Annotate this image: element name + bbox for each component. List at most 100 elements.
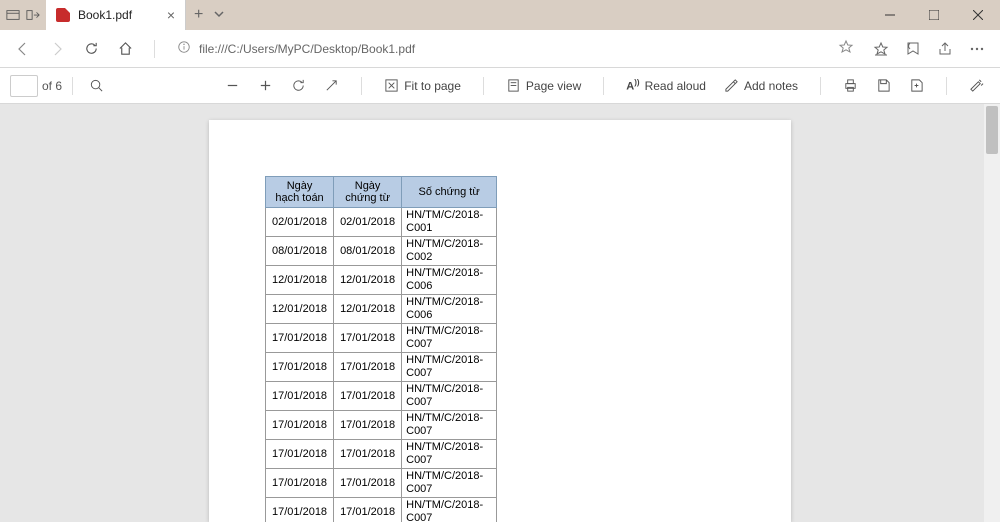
- read-aloud-button[interactable]: A))Read aloud: [620, 74, 712, 97]
- forward-button[interactable]: [42, 34, 72, 64]
- table-cell: HN/TM/C/2018-C001: [402, 208, 497, 237]
- separator: [603, 77, 604, 95]
- maximize-button[interactable]: [912, 0, 956, 30]
- pdf-file-icon: [56, 8, 70, 22]
- address-bar: file:///C:/Users/MyPC/Desktop/Book1.pdf: [0, 30, 1000, 68]
- table-cell: HN/TM/C/2018-C007: [402, 498, 497, 522]
- favorites-button[interactable]: [866, 34, 896, 64]
- table-cell: 08/01/2018: [334, 237, 402, 266]
- separator: [946, 77, 947, 95]
- separator: [361, 77, 362, 95]
- table-cell: 12/01/2018: [266, 266, 334, 295]
- close-window-button[interactable]: [956, 0, 1000, 30]
- table-cell: HN/TM/C/2018-C007: [402, 411, 497, 440]
- table-cell: HN/TM/C/2018-C006: [402, 295, 497, 324]
- table-row: 17/01/201817/01/2018HN/TM/C/2018-C007: [266, 440, 497, 469]
- table-cell: HN/TM/C/2018-C007: [402, 382, 497, 411]
- table-cell: 17/01/2018: [334, 411, 402, 440]
- new-tab-button[interactable]: +: [194, 6, 203, 24]
- pdf-viewport[interactable]: Ngày hạch toánNgày chứng từSố chứng từ 0…: [0, 104, 1000, 522]
- pdf-page: Ngày hạch toánNgày chứng từSố chứng từ 0…: [209, 120, 791, 522]
- save-as-button[interactable]: [903, 74, 930, 97]
- add-notes-button[interactable]: Add notes: [718, 74, 804, 97]
- tab-title: Book1.pdf: [78, 8, 159, 22]
- set-aside-icon[interactable]: [26, 8, 40, 22]
- table-cell: HN/TM/C/2018-C007: [402, 440, 497, 469]
- table-cell: 17/01/2018: [334, 324, 402, 353]
- table-row: 12/01/201812/01/2018HN/TM/C/2018-C006: [266, 295, 497, 324]
- table-cell: HN/TM/C/2018-C002: [402, 237, 497, 266]
- table-cell: 17/01/2018: [266, 411, 334, 440]
- browser-tab[interactable]: Book1.pdf ×: [46, 0, 186, 30]
- table-row: 17/01/201817/01/2018HN/TM/C/2018-C007: [266, 353, 497, 382]
- reading-list-button[interactable]: [898, 34, 928, 64]
- table-row: 17/01/201817/01/2018HN/TM/C/2018-C007: [266, 469, 497, 498]
- info-icon[interactable]: [177, 40, 191, 57]
- tab-menu-icon[interactable]: [213, 8, 225, 23]
- table-cell: 17/01/2018: [266, 382, 334, 411]
- table-cell: HN/TM/C/2018-C006: [402, 266, 497, 295]
- table-cell: 17/01/2018: [266, 469, 334, 498]
- table-cell: HN/TM/C/2018-C007: [402, 353, 497, 382]
- pdf-toolbar: of 6 Fit to page Page view A))Read aloud…: [0, 68, 1000, 104]
- table-cell: HN/TM/C/2018-C007: [402, 324, 497, 353]
- separator: [820, 77, 821, 95]
- table-cell: 17/01/2018: [266, 324, 334, 353]
- table-cell: 17/01/2018: [334, 382, 402, 411]
- table-cell: 17/01/2018: [334, 469, 402, 498]
- table-row: 17/01/201817/01/2018HN/TM/C/2018-C007: [266, 411, 497, 440]
- table-header: Số chứng từ: [402, 177, 497, 208]
- table-cell: 17/01/2018: [334, 353, 402, 382]
- table-cell: 12/01/2018: [334, 295, 402, 324]
- table-row: 17/01/201817/01/2018HN/TM/C/2018-C007: [266, 382, 497, 411]
- back-button[interactable]: [8, 34, 38, 64]
- table-cell: 17/01/2018: [266, 440, 334, 469]
- page-view-button[interactable]: Page view: [500, 74, 587, 97]
- separator: [483, 77, 484, 95]
- table-header: Ngày chứng từ: [334, 177, 402, 208]
- table-cell: 02/01/2018: [266, 208, 334, 237]
- table-cell: 02/01/2018: [334, 208, 402, 237]
- fit-to-page-button[interactable]: Fit to page: [378, 74, 467, 97]
- favorite-star-icon[interactable]: [838, 39, 854, 58]
- table-cell: 17/01/2018: [266, 353, 334, 382]
- refresh-button[interactable]: [76, 34, 106, 64]
- expand-button[interactable]: [318, 74, 345, 97]
- table-cell: 17/01/2018: [334, 498, 402, 522]
- home-button[interactable]: [110, 34, 140, 64]
- table-cell: 12/01/2018: [334, 266, 402, 295]
- table-row: 17/01/201817/01/2018HN/TM/C/2018-C007: [266, 324, 497, 353]
- tab-close-button[interactable]: ×: [167, 7, 175, 23]
- table-cell: 17/01/2018: [334, 440, 402, 469]
- zoom-in-button[interactable]: [252, 74, 279, 97]
- table-cell: 17/01/2018: [266, 498, 334, 522]
- tab-preview-icon[interactable]: [6, 8, 20, 22]
- window-controls: [868, 0, 1000, 30]
- page-count-label: of 6: [42, 79, 62, 93]
- page-number-input[interactable]: [10, 75, 38, 97]
- minimize-button[interactable]: [868, 0, 912, 30]
- vertical-scrollbar[interactable]: [984, 104, 1000, 522]
- share-button[interactable]: [930, 34, 960, 64]
- pdf-settings-button[interactable]: [963, 74, 990, 97]
- table-header: Ngày hạch toán: [266, 177, 334, 208]
- print-button[interactable]: [837, 74, 864, 97]
- titlebar: Book1.pdf × +: [0, 0, 1000, 30]
- zoom-out-button[interactable]: [219, 74, 246, 97]
- table-row: 08/01/201808/01/2018HN/TM/C/2018-C002: [266, 237, 497, 266]
- data-table: Ngày hạch toánNgày chứng từSố chứng từ 0…: [265, 176, 497, 522]
- table-cell: HN/TM/C/2018-C007: [402, 469, 497, 498]
- more-button[interactable]: [962, 34, 992, 64]
- toolbar-right: [866, 34, 992, 64]
- rotate-button[interactable]: [285, 74, 312, 97]
- table-row: 02/01/201802/01/2018HN/TM/C/2018-C001: [266, 208, 497, 237]
- scroll-thumb[interactable]: [986, 106, 998, 154]
- url-text: file:///C:/Users/MyPC/Desktop/Book1.pdf: [199, 42, 830, 56]
- table-cell: 12/01/2018: [266, 295, 334, 324]
- search-button[interactable]: [83, 74, 110, 97]
- save-button[interactable]: [870, 74, 897, 97]
- separator: [72, 77, 73, 95]
- url-box[interactable]: file:///C:/Users/MyPC/Desktop/Book1.pdf: [169, 39, 862, 58]
- tab-actions: +: [186, 0, 233, 30]
- table-row: 12/01/201812/01/2018HN/TM/C/2018-C006: [266, 266, 497, 295]
